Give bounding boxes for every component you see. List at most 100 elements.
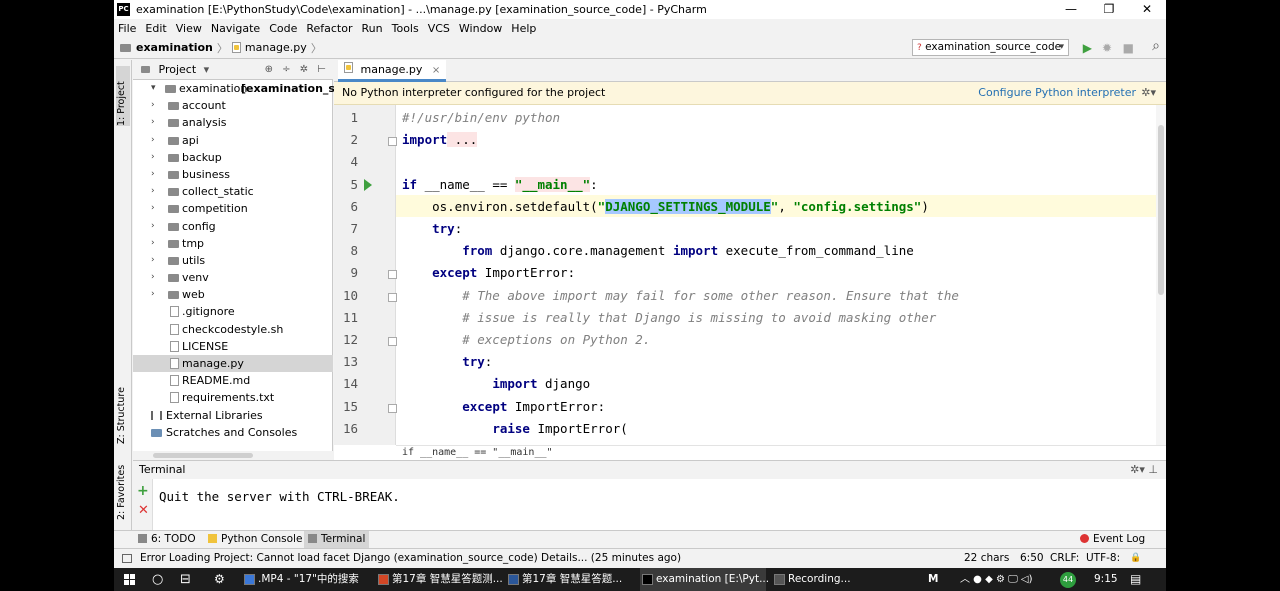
chevron-right-icon[interactable]: › — [151, 149, 155, 166]
run-gutter-icon[interactable] — [364, 178, 372, 191]
menu-run[interactable]: Run — [362, 22, 383, 35]
stop-icon[interactable]: ■ — [1123, 41, 1134, 55]
code-breadcrumb[interactable]: if __name__ == "__main__" — [396, 445, 1166, 460]
tab-favorites-tool[interactable]: 2: Favorites — [116, 456, 130, 520]
chevron-right-icon[interactable]: › — [151, 200, 155, 217]
chevron-right-icon[interactable]: › — [151, 252, 155, 269]
menu-view[interactable]: View — [176, 22, 202, 35]
minimize-button[interactable]: — — [1052, 0, 1090, 19]
code-token: django.core.management — [492, 243, 673, 259]
project-panel-tools[interactable]: ⊕ ÷ ✲ ⊢ — [265, 60, 329, 79]
tree-item[interactable]: › backup — [133, 149, 333, 166]
line-number: 16 — [342, 420, 358, 436]
tray-m-icon[interactable]: M — [928, 568, 938, 591]
search-icon[interactable]: ○ — [152, 568, 163, 591]
new-session-icon[interactable]: + — [137, 483, 149, 499]
taskbar-item[interactable]: 第17章 智慧星答题... — [506, 568, 634, 591]
tree-item[interactable]: Scratches and Consoles — [133, 424, 333, 441]
chevron-right-icon[interactable]: › — [151, 166, 155, 183]
tool-window-toggle-icon[interactable] — [122, 554, 132, 563]
line-separator[interactable]: CRLF: — [1050, 549, 1079, 568]
menu-help[interactable]: Help — [511, 22, 536, 35]
event-log-button[interactable]: Event Log — [1080, 531, 1145, 548]
chevron-right-icon[interactable]: › — [151, 114, 155, 131]
tree-item[interactable]: › analysis — [133, 114, 333, 131]
menu-window[interactable]: Window — [459, 22, 502, 35]
lock-icon[interactable]: 🔒 — [1130, 549, 1141, 568]
windows-start-icon[interactable] — [124, 574, 136, 585]
search-icon[interactable]: ⌕ — [1152, 39, 1160, 53]
chevron-right-icon[interactable]: › — [151, 235, 155, 252]
menu-tools[interactable]: Tools — [392, 22, 419, 35]
chevron-right-icon[interactable]: › — [151, 132, 155, 149]
chevron-right-icon[interactable]: › — [151, 183, 155, 200]
breadcrumb-file[interactable]: manage.py — [245, 41, 307, 54]
menu-refactor[interactable]: Refactor — [306, 22, 352, 35]
tab-terminal[interactable]: Terminal — [304, 531, 370, 548]
menu-vcs[interactable]: VCS — [428, 22, 450, 35]
code-area[interactable]: #!/usr/bin/env python import ... if __name… — [396, 105, 1156, 445]
taskbar-app-icon[interactable]: ⚙ — [214, 568, 225, 591]
tree-item[interactable]: requirements.txt — [133, 389, 333, 406]
chevron-down-icon[interactable]: ▾ — [204, 63, 210, 76]
restore-button[interactable]: ❐ — [1090, 0, 1128, 19]
tree-item[interactable]: .gitignore — [133, 303, 333, 320]
close-button[interactable]: ✕ — [1128, 0, 1166, 19]
project-view-select[interactable]: Project — [159, 63, 197, 76]
chevron-right-icon[interactable]: › — [151, 218, 155, 235]
tree-item[interactable]: › account — [133, 97, 333, 114]
taskbar-item[interactable]: .MP4 - "17"中的搜索 — [242, 568, 370, 591]
chevron-right-icon[interactable]: › — [151, 286, 155, 303]
clock[interactable]: 9:15 — [1094, 568, 1118, 591]
tree-item[interactable]: › competition — [133, 200, 333, 217]
tree-item[interactable]: checkcodestyle.sh — [133, 321, 333, 338]
menu-file[interactable]: File — [118, 22, 136, 35]
line-number: 1 — [350, 110, 358, 125]
tab-project-tool[interactable]: 1: Project — [116, 66, 130, 126]
tree-item[interactable]: External Libraries — [133, 407, 333, 424]
terminal-output[interactable]: Quit the server with CTRL-BREAK. — [159, 489, 400, 504]
taskbar-item[interactable]: 第17章 智慧星答题测... — [376, 568, 503, 591]
notification-icon[interactable]: ▤ — [1130, 568, 1141, 591]
gear-icon[interactable]: ✲▾ — [1141, 82, 1156, 104]
file-encoding[interactable]: UTF-8: — [1086, 549, 1120, 568]
tree-item[interactable]: README.md — [133, 372, 333, 389]
task-view-icon[interactable]: ⊟ — [180, 568, 191, 591]
close-tab-icon[interactable]: × — [432, 65, 440, 76]
tab-python-console[interactable]: Python Console — [208, 531, 302, 548]
tree-item[interactable]: › venv — [133, 269, 333, 286]
taskbar-item[interactable]: Recording... — [772, 568, 852, 591]
tab-todo[interactable]: 6: TODO — [138, 531, 196, 548]
run-configuration-select[interactable]: ? examination_source_code ▾ — [912, 39, 1069, 56]
tree-item[interactable]: › web — [133, 286, 333, 303]
tree-item[interactable]: › collect_static — [133, 183, 333, 200]
chevron-down-icon[interactable]: ▾ — [151, 80, 156, 97]
tree-item[interactable]: › tmp — [133, 235, 333, 252]
tray-badge[interactable]: 44 — [1060, 572, 1076, 588]
tree-item[interactable]: › business — [133, 166, 333, 183]
configure-interpreter-link[interactable]: Configure Python interpreter — [978, 82, 1136, 104]
tree-item[interactable]: ▾ examination [examination_source_code] — [133, 80, 410, 97]
editor-scrollbar[interactable] — [1156, 105, 1166, 445]
tray-icons[interactable]: ︿ ● ◆ ⚙ 🖵 ◁) — [960, 568, 1033, 591]
status-message[interactable]: Error Loading Project: Cannot load facet… — [140, 549, 681, 568]
run-icon[interactable]: ▶ — [1083, 41, 1092, 55]
tree-item[interactable]: › api — [133, 132, 333, 149]
close-session-icon[interactable]: ✕ — [138, 503, 149, 518]
terminal-settings-icon[interactable]: ✲▾ ⊥ — [1130, 461, 1158, 479]
menu-code[interactable]: Code — [269, 22, 297, 35]
chevron-right-icon[interactable]: › — [151, 97, 155, 114]
tab-structure-tool[interactable]: Z: Structure — [116, 374, 130, 444]
debug-icon[interactable]: ✹ — [1102, 41, 1112, 55]
tree-item[interactable]: › utils — [133, 252, 333, 269]
breadcrumb-project[interactable]: examination — [136, 41, 213, 54]
taskbar-item[interactable]: examination [E:\Pyt... — [640, 568, 769, 591]
tree-item[interactable]: manage.py — [133, 355, 333, 373]
caret-position[interactable]: 6:50 — [1020, 549, 1044, 568]
tree-item[interactable]: › config — [133, 218, 333, 235]
chevron-right-icon[interactable]: › — [151, 269, 155, 286]
tab-manage-py[interactable]: manage.py × — [338, 60, 447, 82]
menu-edit[interactable]: Edit — [145, 22, 166, 35]
tree-item[interactable]: LICENSE — [133, 338, 333, 355]
menu-navigate[interactable]: Navigate — [211, 22, 260, 35]
